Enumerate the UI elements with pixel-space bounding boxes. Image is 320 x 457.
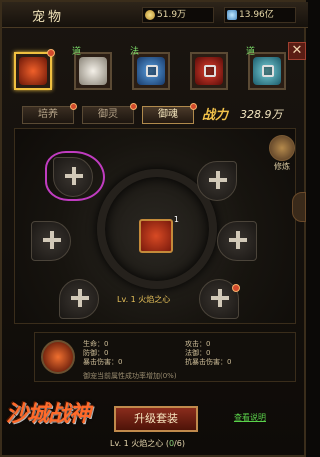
notice-dot — [190, 103, 197, 110]
stat-crit-damage: 暴击伤害：0 — [83, 358, 123, 366]
notice-dot — [70, 103, 77, 110]
refine-icon — [269, 135, 295, 161]
plus-icon — [65, 167, 83, 185]
stat-crit-resist: 抗暴击伤害：0 — [185, 358, 232, 366]
pet-tag: 道 — [72, 47, 82, 57]
lock-icon — [262, 65, 274, 77]
power-value: 328.9万 — [240, 108, 283, 121]
plus-icon — [229, 231, 247, 249]
plus-icon — [209, 171, 227, 189]
flame-heart-icon — [41, 340, 75, 374]
pet-tag: 法 — [130, 47, 140, 57]
panel-title: 宠物 — [32, 10, 65, 25]
tab-cultivate[interactable]: 培养 — [22, 103, 77, 124]
plus-icon — [43, 231, 61, 249]
power-label: 战力 — [202, 108, 229, 123]
soul-slot-bottom-right[interactable] — [199, 279, 240, 319]
diamond-icon — [227, 10, 237, 20]
soul-slot-mid-right[interactable] — [217, 221, 257, 261]
soul-core-icon[interactable]: 1 — [139, 215, 179, 253]
gold-counter: 51.9万 — [142, 7, 214, 23]
pet-selector: 道 法 道 — [12, 46, 292, 100]
tab-soul[interactable]: 御魂 — [142, 103, 197, 124]
plus-icon — [71, 289, 89, 307]
soul-slot-mid-left[interactable] — [31, 221, 71, 261]
pet-panel: 宠物 51.9万 13.96亿 ✕ 道 法 道 培养 御灵 御魂 战力 328.… — [0, 0, 308, 457]
soul-slot-top-left[interactable] — [53, 157, 93, 197]
lock-icon — [146, 65, 158, 77]
core-level: 1 — [173, 215, 179, 224]
pet-slot-3[interactable]: 法 — [130, 47, 170, 90]
soul-slot-bottom-left[interactable] — [59, 279, 99, 319]
pet-slot-5[interactable]: 道 — [246, 47, 286, 90]
pet-slot-2[interactable]: 道 — [72, 47, 112, 90]
diamond-counter: 13.96亿 — [224, 7, 296, 23]
soul-name: Lv. 1 火焰之心 — [117, 295, 171, 304]
red-dragon-pet-icon — [19, 57, 47, 85]
gold-coin-icon — [145, 10, 155, 20]
white-fox-pet-icon — [79, 57, 107, 85]
pet-slot-1[interactable] — [14, 49, 55, 90]
refine-button[interactable]: 修炼 — [267, 135, 297, 175]
pet-slot-4[interactable] — [190, 52, 228, 90]
game-logo: 沙城战神 — [6, 401, 91, 427]
soul-slot-top-right[interactable] — [197, 161, 237, 201]
stats-box: 生命：0 攻击：0 防御：0 法御：0 暴击伤害：0 抗暴击伤害：0 御宠当前属… — [34, 332, 296, 382]
notice-dot — [130, 103, 137, 110]
side-expand-tab[interactable] — [292, 192, 306, 222]
lock-icon — [204, 65, 216, 77]
stat-note: 御宠当前属性成功率增加(0%) — [83, 372, 177, 380]
notice-dot — [47, 49, 55, 57]
plus-icon — [211, 289, 229, 307]
rules-link[interactable]: 查看说明 — [234, 412, 266, 423]
upgrade-set-button[interactable]: 升级套装 — [114, 406, 198, 432]
header-bar: 宠物 51.9万 13.96亿 — [2, 2, 308, 28]
tab-spirit[interactable]: 御灵 — [82, 103, 137, 124]
pet-tag: 道 — [246, 47, 256, 57]
notice-dot — [232, 284, 240, 292]
set-progress: Lv. 1 火焰之心 (0/6) — [110, 439, 185, 448]
